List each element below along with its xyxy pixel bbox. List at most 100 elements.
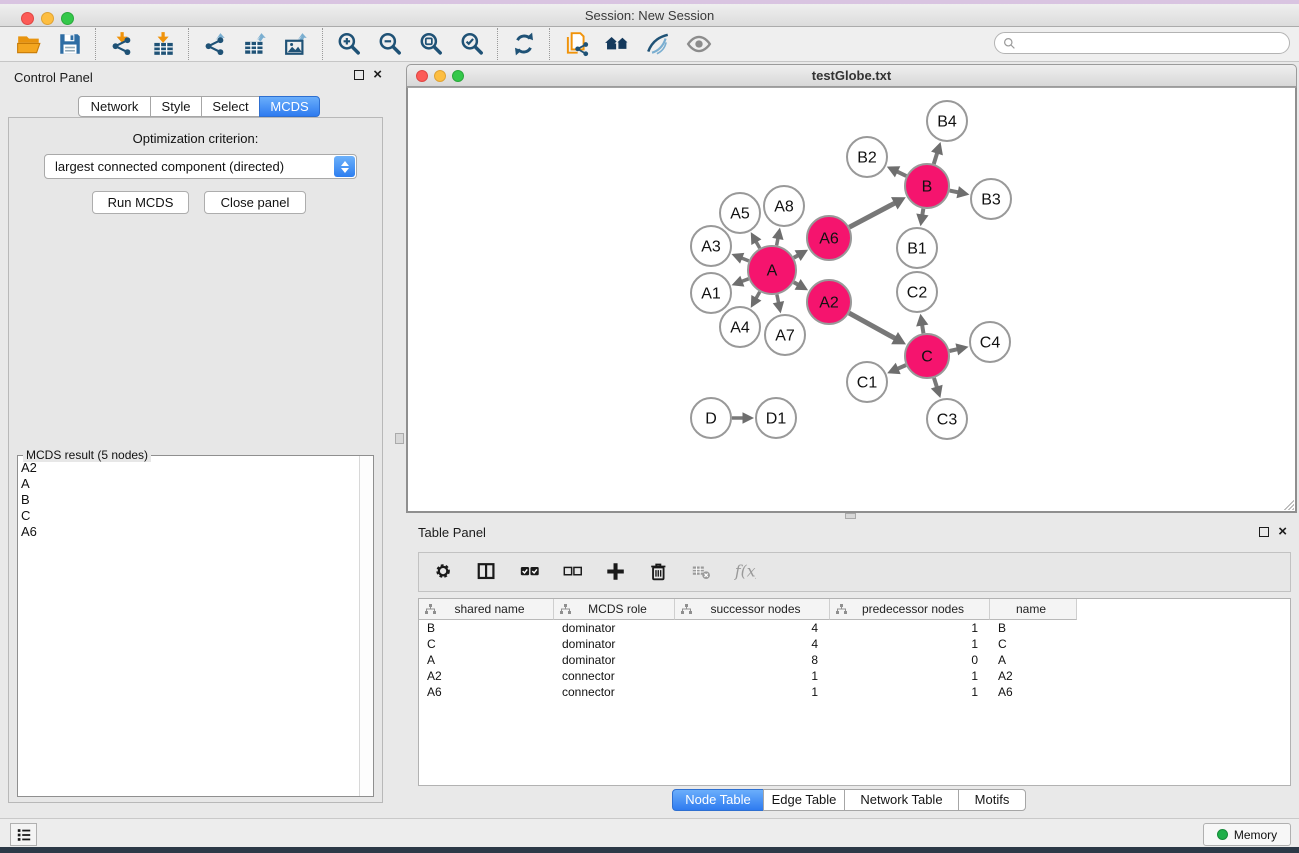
tab-edge-table[interactable]: Edge Table <box>763 789 845 811</box>
zoom-out-button[interactable] <box>369 28 410 60</box>
table-row[interactable]: Cdominator41C <box>419 636 1290 652</box>
show-columns-button[interactable] <box>474 559 500 585</box>
table-settings-button[interactable] <box>431 559 457 585</box>
graph-node-label: A6 <box>819 231 839 248</box>
add-column-icon <box>605 561 627 583</box>
show-columns-icon <box>476 561 498 583</box>
open-file-button[interactable] <box>8 28 49 60</box>
result-scrollbar[interactable] <box>359 456 373 796</box>
table-cell: dominator <box>554 652 675 668</box>
table-panel: Table Panel × f(x) shared nameMCDS roles… <box>406 520 1299 818</box>
graph-node-label: C1 <box>857 375 878 392</box>
network-canvas[interactable]: B4B2BB3A8A5A6A3B1AA1C2A2A4A7C4CC1DD1C3 <box>406 87 1297 513</box>
clone-network-button[interactable] <box>555 28 596 60</box>
add-column-button[interactable] <box>603 559 629 585</box>
function-builder-button[interactable]: f(x) <box>732 559 758 585</box>
zoom-in-button[interactable] <box>328 28 369 60</box>
control-panel-title: Control Panel <box>14 70 93 85</box>
tab-motifs[interactable]: Motifs <box>958 789 1026 811</box>
graph-edge-A2-C <box>849 313 896 339</box>
table-row[interactable]: A2connector11A2 <box>419 668 1290 684</box>
vertical-splitter-handle[interactable] <box>395 433 404 444</box>
first-neighbors-button[interactable] <box>596 28 637 60</box>
status-bar: Memory <box>0 818 1299 847</box>
save-session-button[interactable] <box>49 28 90 60</box>
tab-mcds[interactable]: MCDS <box>259 96 320 117</box>
tab-style[interactable]: Style <box>150 96 202 117</box>
column-type-icon <box>560 604 571 615</box>
import-table-button[interactable] <box>142 28 183 60</box>
import-network-button[interactable] <box>101 28 142 60</box>
table-row[interactable]: A6connector11A6 <box>419 684 1290 700</box>
network-graph: B4B2BB3A8A5A6A3B1AA1C2A2A4A7C4CC1DD1C3 <box>408 88 1295 512</box>
zoom-selected-button[interactable] <box>451 28 492 60</box>
graph-node-label: B2 <box>857 150 877 167</box>
main-toolbar <box>0 27 1299 62</box>
column-type-icon <box>425 604 436 615</box>
close-panel-icon[interactable]: × <box>373 69 382 81</box>
first-neighbors-icon <box>604 31 630 57</box>
search-field[interactable] <box>994 32 1290 54</box>
column-header-shared-name[interactable]: shared name <box>419 599 554 620</box>
network-window-titlebar[interactable]: testGlobe.txt <box>406 64 1297 87</box>
task-history-button[interactable] <box>10 823 37 846</box>
close-panel-button[interactable]: Close panel <box>204 191 306 214</box>
mcds-result-item[interactable]: A <box>21 476 358 492</box>
memory-button[interactable]: Memory <box>1203 823 1291 846</box>
mcds-result-item[interactable]: A6 <box>21 524 358 540</box>
table-cell: 1 <box>830 684 990 700</box>
table-row[interactable]: Adominator80A <box>419 652 1290 668</box>
svg-text:f(x): f(x) <box>734 563 756 581</box>
mcds-result-list: A2ABCA6 <box>21 460 358 794</box>
search-input[interactable] <box>1016 34 1289 52</box>
table-toolbar: f(x) <box>418 552 1291 592</box>
delete-table-button[interactable] <box>689 559 715 585</box>
export-network-button[interactable] <box>194 28 235 60</box>
deselect-all-columns-button[interactable] <box>560 559 586 585</box>
graph-edge-arrowhead <box>916 314 928 327</box>
table-row[interactable]: Bdominator41B <box>419 620 1290 636</box>
table-cell: C <box>419 636 554 652</box>
save-session-icon <box>57 31 83 57</box>
open-file-icon <box>16 31 42 57</box>
mcds-result-item[interactable]: C <box>21 508 358 524</box>
mcds-result-item[interactable]: B <box>21 492 358 508</box>
hide-edges-icon <box>645 31 671 57</box>
tab-network[interactable]: Network <box>78 96 151 117</box>
column-header-predecessor-nodes[interactable]: predecessor nodes <box>830 599 990 620</box>
criterion-dropdown[interactable]: largest connected component (directed) <box>44 154 357 179</box>
zoom-fit-button[interactable] <box>410 28 451 60</box>
graph-node-label: A5 <box>730 206 750 223</box>
delete-column-icon <box>648 561 670 583</box>
column-header-successor-nodes[interactable]: successor nodes <box>675 599 830 620</box>
float-panel-icon[interactable] <box>354 70 364 80</box>
function-builder-icon: f(x) <box>734 561 756 583</box>
app-titlebar: Session: New Session <box>0 4 1299 27</box>
graph-edge-arrowhead <box>916 213 928 226</box>
delete-column-button[interactable] <box>646 559 672 585</box>
network-window-title: testGlobe.txt <box>407 65 1296 87</box>
mcds-result-box: MCDS result (5 nodes) A2ABCA6 <box>17 455 374 797</box>
export-image-button[interactable] <box>276 28 317 60</box>
export-table-button[interactable] <box>235 28 276 60</box>
dropdown-stepper-icon <box>334 156 355 177</box>
window-resize-grip[interactable] <box>1282 498 1294 510</box>
column-header-MCDS-role[interactable]: MCDS role <box>554 599 675 620</box>
control-panel-tabs: NetworkStyleSelectMCDS <box>78 96 320 117</box>
toggle-graphics-details-button[interactable] <box>678 28 719 60</box>
column-header-name[interactable]: name <box>990 599 1077 620</box>
close-table-panel-icon[interactable]: × <box>1278 526 1287 538</box>
select-all-columns-button[interactable] <box>517 559 543 585</box>
refresh-layout-button[interactable] <box>503 28 544 60</box>
graph-edge-arrowhead <box>772 228 783 240</box>
float-table-panel-icon[interactable] <box>1259 527 1269 537</box>
run-mcds-button[interactable]: Run MCDS <box>92 191 189 214</box>
graph-node-label: A7 <box>775 328 795 345</box>
tab-node-table[interactable]: Node Table <box>672 789 764 811</box>
tab-select[interactable]: Select <box>201 96 260 117</box>
hide-edges-button[interactable] <box>637 28 678 60</box>
tab-network-table[interactable]: Network Table <box>844 789 959 811</box>
column-type-icon <box>681 604 692 615</box>
mcds-result-item[interactable]: A2 <box>21 460 358 476</box>
graph-node-label: B1 <box>907 241 927 258</box>
